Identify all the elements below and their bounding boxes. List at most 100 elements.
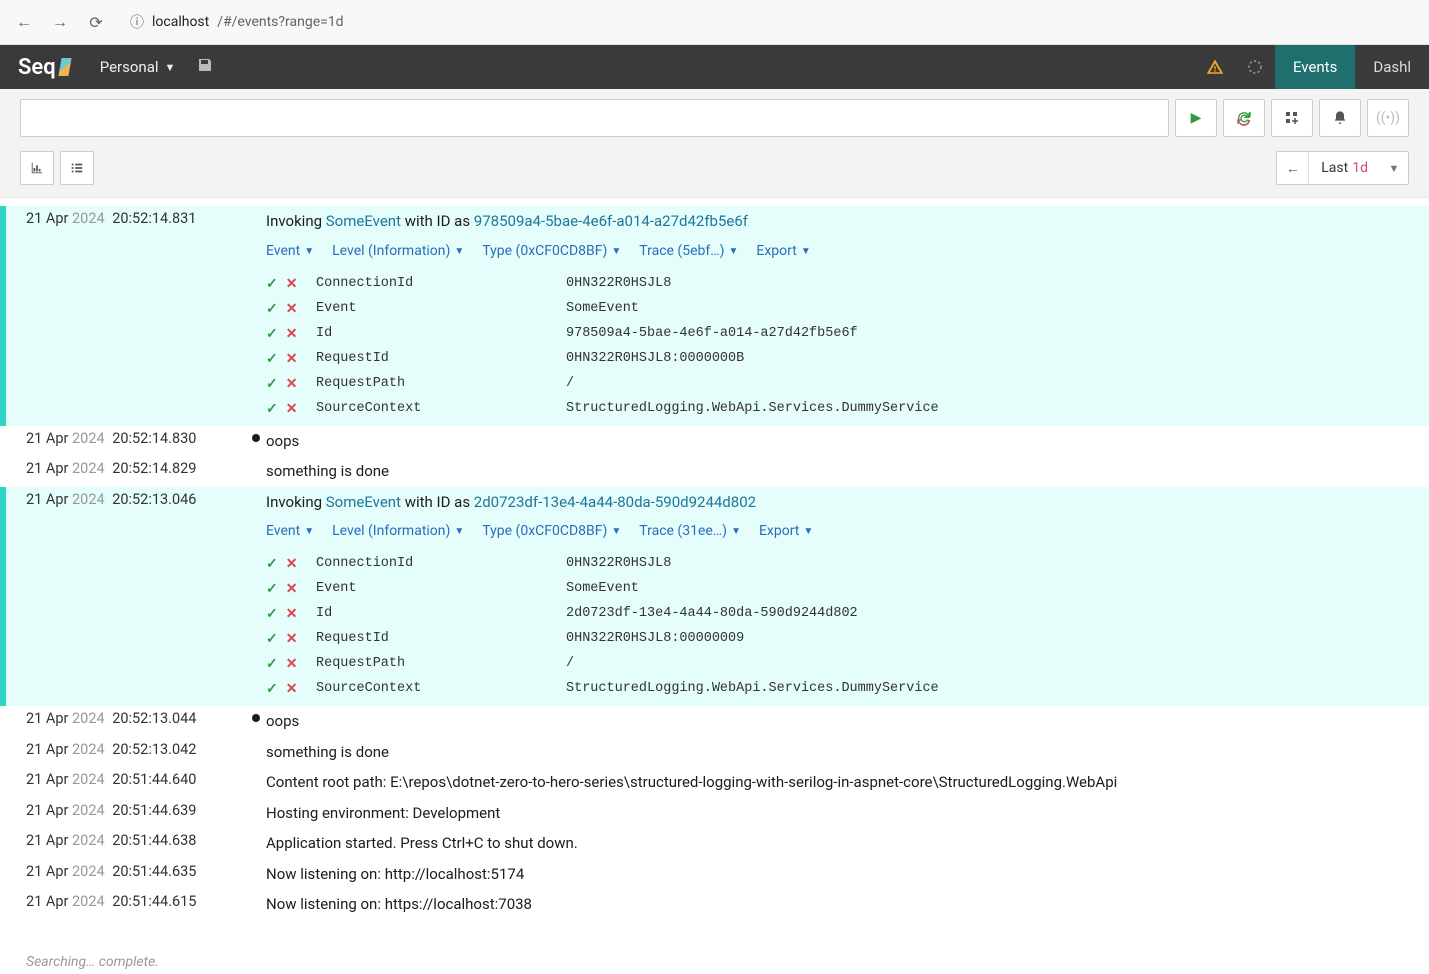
alert-button[interactable]: [1319, 99, 1361, 137]
event-row[interactable]: 21 Apr 2024 20:51:44.639Hosting environm…: [0, 798, 1429, 829]
timestamp: 21 Apr 2024 20:52:14.830: [0, 428, 246, 455]
message: something is done: [266, 458, 1409, 485]
back-button[interactable]: ←: [12, 10, 36, 34]
include-icon[interactable]: ✓: [266, 679, 278, 700]
include-icon[interactable]: ✓: [266, 579, 278, 600]
level-indicator: [246, 458, 266, 485]
exclude-icon[interactable]: ✕: [286, 554, 298, 575]
chevron-down-icon: ▼: [165, 61, 176, 74]
properties-table: ✓✕ConnectionId0HN322R0HSJL8✓✕EventSomeEv…: [266, 272, 1409, 422]
exclude-icon[interactable]: ✕: [286, 654, 298, 675]
brand[interactable]: Seq: [0, 55, 88, 80]
reload-button[interactable]: ⟳: [84, 10, 108, 34]
event-row[interactable]: 21 Apr 2024 20:52:14.829something is don…: [0, 456, 1429, 487]
chart-toggle[interactable]: [20, 151, 54, 185]
exclude-icon[interactable]: ✕: [286, 324, 298, 345]
property-value: /: [566, 374, 1409, 394]
detail-link-event[interactable]: Event ▼: [266, 521, 314, 542]
detail-link-export[interactable]: Export ▼: [759, 521, 813, 542]
level-indicator: [246, 739, 266, 766]
level-indicator: [246, 800, 266, 827]
save-button[interactable]: [187, 57, 223, 77]
include-icon[interactable]: ✓: [266, 299, 278, 320]
property-value: StructuredLogging.WebApi.Services.DummyS…: [566, 679, 1409, 699]
detail-link-level[interactable]: Level (Information) ▼: [332, 521, 464, 542]
event-row[interactable]: 21 Apr 2024 20:51:44.615Now listening on…: [0, 889, 1429, 920]
nav-events[interactable]: Events: [1275, 45, 1355, 89]
event-row[interactable]: 21 Apr 2024 20:52:14.830 oops: [0, 426, 1429, 457]
topbar: Seq Personal ▼ Events Dashl: [0, 45, 1429, 89]
search-row: ▶ ((•)): [0, 89, 1429, 147]
range-label[interactable]: Last 1d: [1309, 160, 1380, 176]
nav-dashboards[interactable]: Dashl: [1355, 45, 1429, 89]
include-icon[interactable]: ✓: [266, 654, 278, 675]
detail-link-event[interactable]: Event ▼: [266, 241, 314, 262]
level-indicator: [246, 891, 266, 918]
message: oops: [266, 428, 1409, 455]
property-row: ✓ ✕ RequestPath/: [266, 372, 1409, 397]
add-signal-button[interactable]: [1271, 99, 1313, 137]
include-icon[interactable]: ✓: [266, 274, 278, 295]
exclude-icon[interactable]: ✕: [286, 679, 298, 700]
info-icon: ⓘ: [130, 12, 144, 32]
controls-row: ← Last 1d ▼: [0, 147, 1429, 198]
exclude-icon[interactable]: ✕: [286, 579, 298, 600]
property-value: 0HN322R0HSJL8: [566, 274, 1409, 294]
refresh-button[interactable]: [1223, 99, 1265, 137]
property-row: ✓✕Id2d0723df-13e4-4a44-80da-590d9244d802: [266, 602, 1409, 627]
detail-link-export[interactable]: Export ▼: [756, 241, 810, 262]
property-row: ✓ ✕ RequestId0HN322R0HSJL8:0000000B: [266, 347, 1409, 372]
url-bar[interactable]: ⓘ localhost/#/events?range=1d: [120, 8, 354, 36]
event-row[interactable]: 21 Apr 2024 20:51:44.635Now listening on…: [0, 859, 1429, 890]
property-value: 2d0723df-13e4-4a44-80da-590d9244d802: [566, 604, 1409, 624]
include-icon[interactable]: ✓: [266, 554, 278, 575]
property-value: 0HN322R0HSJL8: [566, 554, 1409, 574]
include-icon[interactable]: ✓: [266, 604, 278, 625]
exclude-icon[interactable]: ✕: [286, 349, 298, 370]
include-icon[interactable]: ✓: [266, 629, 278, 650]
event-row[interactable]: 21 Apr 2024 20:51:44.638Application star…: [0, 828, 1429, 859]
event-row[interactable]: 21 Apr 2024 20:52:13.046Invoking SomeEve…: [0, 487, 1429, 707]
level-indicator: [246, 428, 266, 455]
exclude-icon[interactable]: ✕: [286, 374, 298, 395]
exclude-icon[interactable]: ✕: [286, 629, 298, 650]
property-key: SourceContext: [316, 679, 566, 699]
workspace-name: Personal: [100, 58, 159, 76]
settings-icon[interactable]: [1235, 45, 1275, 89]
exclude-icon[interactable]: ✕: [286, 299, 298, 320]
include-icon[interactable]: ✓: [266, 349, 278, 370]
search-input[interactable]: [20, 99, 1169, 137]
event-row[interactable]: 21 Apr 2024 20:52:13.044oops: [0, 706, 1429, 737]
time-range-selector: ← Last 1d ▼: [1276, 151, 1409, 185]
expand-toggle[interactable]: [60, 151, 94, 185]
timestamp: 21 Apr 2024 20:52:13.042: [0, 739, 246, 766]
detail-link-trace[interactable]: Trace (31ee…) ▼: [639, 521, 741, 542]
detail-link-type[interactable]: Type (0xCF0CD8BF) ▼: [482, 241, 621, 262]
message: Now listening on: http://localhost:5174: [266, 861, 1409, 888]
stream-button[interactable]: ((•)): [1367, 99, 1409, 137]
property-value: 0HN322R0HSJL8:0000000B: [566, 349, 1409, 369]
include-icon[interactable]: ✓: [266, 374, 278, 395]
detail-link-level[interactable]: Level (Information) ▼: [332, 241, 464, 262]
exclude-icon[interactable]: ✕: [286, 604, 298, 625]
exclude-icon[interactable]: ✕: [286, 399, 298, 420]
event-row[interactable]: 21 Apr 2024 20:52:13.042something is don…: [0, 737, 1429, 768]
run-button[interactable]: ▶: [1175, 99, 1217, 137]
event-row[interactable]: 21 Apr 2024 20:52:14.831Invoking SomeEve…: [0, 206, 1429, 426]
level-indicator: [246, 769, 266, 796]
include-icon[interactable]: ✓: [266, 324, 278, 345]
message: Invoking SomeEvent with ID as 2d0723df-1…: [266, 489, 1409, 705]
property-key: RequestId: [316, 629, 566, 649]
range-caret[interactable]: ▼: [1380, 162, 1408, 175]
property-key: RequestPath: [316, 374, 566, 394]
exclude-icon[interactable]: ✕: [286, 274, 298, 295]
forward-button[interactable]: →: [48, 10, 72, 34]
include-icon[interactable]: ✓: [266, 399, 278, 420]
workspace-selector[interactable]: Personal ▼: [88, 45, 188, 89]
detail-link-trace[interactable]: Trace (5ebf…) ▼: [639, 241, 738, 262]
event-row[interactable]: 21 Apr 2024 20:51:44.640Content root pat…: [0, 767, 1429, 798]
warning-icon[interactable]: [1195, 45, 1235, 89]
detail-link-type[interactable]: Type (0xCF0CD8BF) ▼: [482, 521, 621, 542]
property-key: RequestId: [316, 349, 566, 369]
range-prev[interactable]: ←: [1277, 152, 1309, 184]
